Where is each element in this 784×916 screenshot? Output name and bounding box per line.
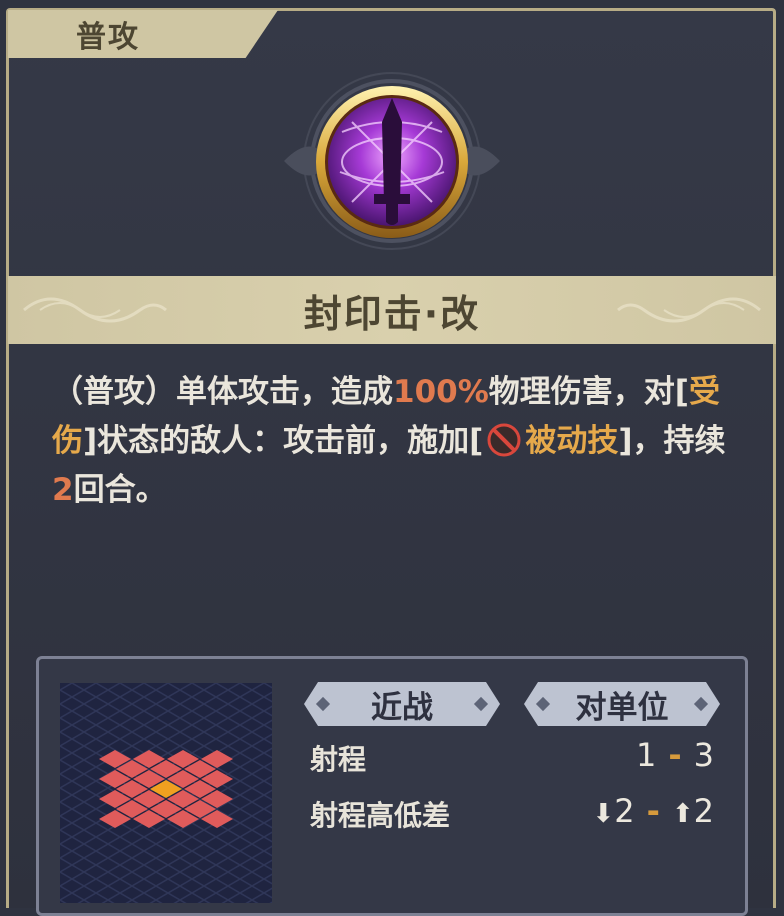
target-type-label: 对单位 (575, 689, 669, 726)
height-up: 2 (693, 792, 714, 830)
skill-name: 封印击·改 (303, 291, 481, 336)
height-separator: - (646, 792, 660, 830)
arrow-up-icon: ⬆ (671, 799, 694, 829)
attack-type-label: 近战 (371, 689, 433, 726)
effect-keyword[interactable]: 被动技 (525, 423, 618, 459)
height-down: 2 (614, 792, 635, 830)
damage-percent: 100% (393, 374, 489, 410)
desc-text-3: ]状态的敌人：攻击前，施加[ (83, 423, 484, 459)
tab-basic-attack[interactable]: 普攻 (8, 10, 278, 58)
attack-type-badge: 近战 (304, 682, 500, 726)
flourish-right-icon (617, 297, 761, 323)
desc-text-4: ]，持续 (618, 423, 726, 459)
purple-sword-seal-icon (316, 86, 468, 238)
range-value: 1 - 3 (636, 736, 714, 774)
desc-text-1: （普攻）单体攻击，造成 (52, 374, 393, 410)
skill-description: （普攻）单体攻击，造成100%物理伤害，对[受伤]状态的敌人：攻击前，施加[ 被… (52, 368, 742, 515)
height-diff-value: ⬇2 - ⬆2 (592, 792, 714, 830)
desc-text-2: 物理伤害，对[ (488, 374, 689, 410)
desc-text-5: 回合。 (73, 472, 167, 508)
tab-label: 普攻 (76, 20, 140, 55)
duration-turns: 2 (52, 472, 74, 508)
target-type-badge: 对单位 (524, 682, 720, 726)
range-max: 3 (693, 736, 714, 774)
no-entry-icon (487, 423, 521, 457)
skill-name-banner: 封印击·改 (8, 276, 776, 344)
flourish-left-icon (23, 297, 167, 323)
range-separator: - (668, 736, 682, 774)
arrow-down-icon: ⬇ (592, 799, 615, 829)
height-diff-label: 射程高低差 (310, 799, 451, 832)
range-grid-map (60, 683, 272, 903)
range-label: 射程 (310, 743, 367, 776)
range-min: 1 (636, 736, 657, 774)
